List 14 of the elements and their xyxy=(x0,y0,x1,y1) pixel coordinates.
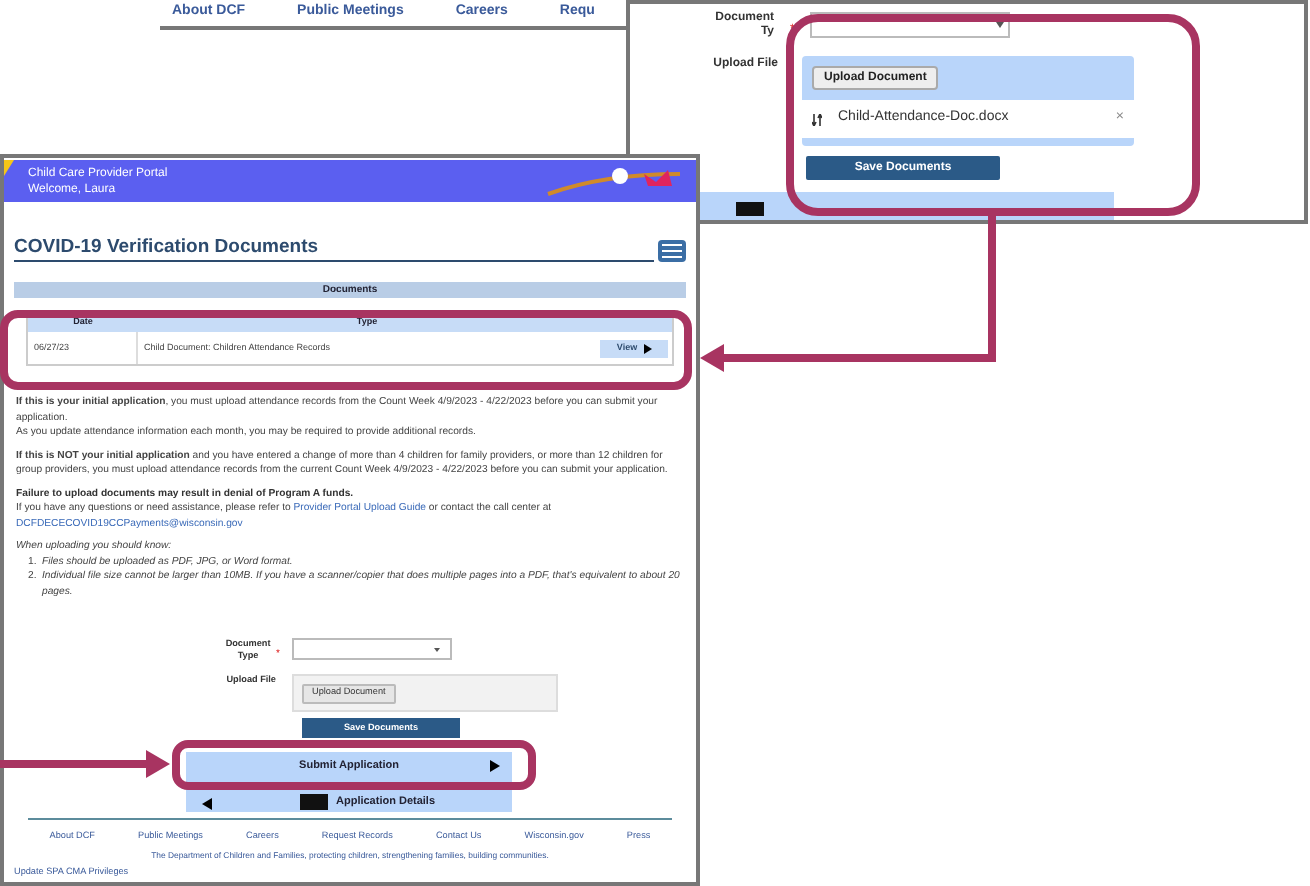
menu-icon xyxy=(662,244,682,258)
page-title: COVID-19 Verification Documents xyxy=(14,236,654,262)
sort-icon xyxy=(812,113,822,125)
logo-drawing xyxy=(547,168,681,196)
menu-button[interactable] xyxy=(658,240,686,262)
caret-icon xyxy=(434,647,440,651)
document-icon xyxy=(300,794,328,810)
document-icon xyxy=(736,201,764,215)
play-icon xyxy=(643,343,652,353)
back-icon xyxy=(202,798,212,810)
corner-flag-icon xyxy=(4,160,14,176)
caret-icon xyxy=(996,22,1005,28)
select-field[interactable] xyxy=(292,638,452,660)
play-icon xyxy=(490,760,500,772)
